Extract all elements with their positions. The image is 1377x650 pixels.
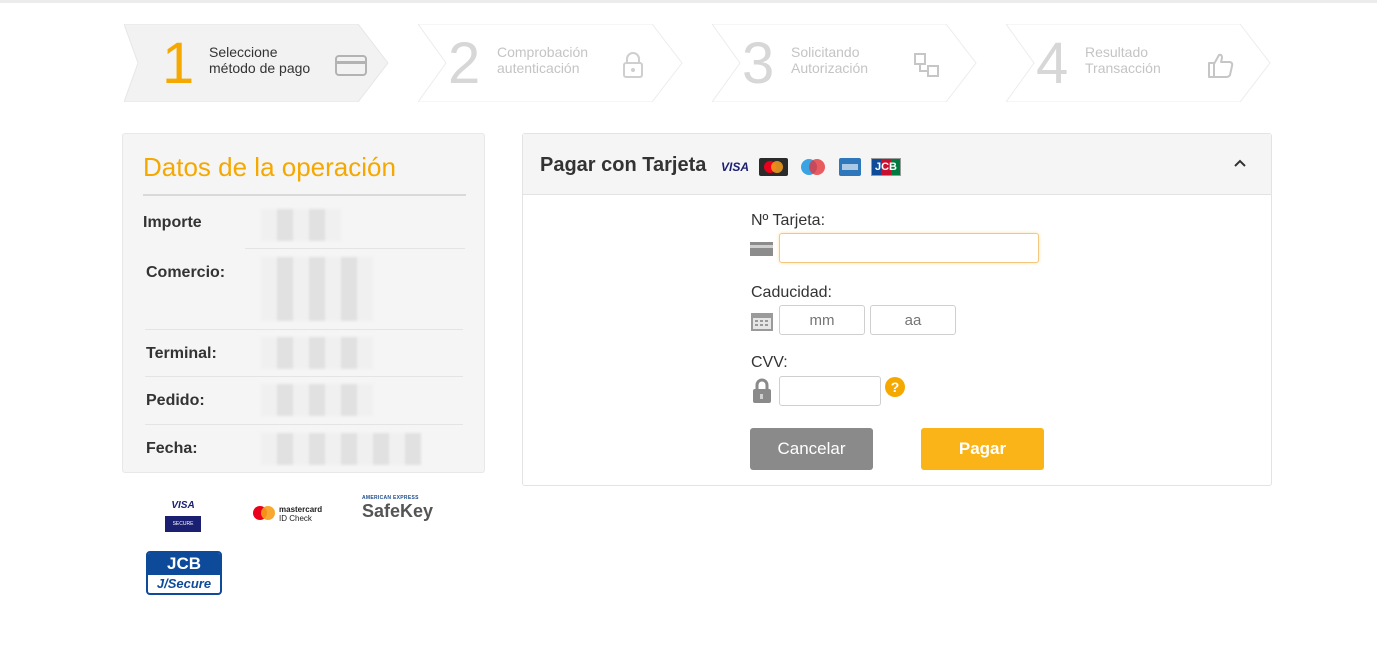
jcb-brand-text: JCB (874, 161, 897, 173)
visa-brand-icon: VISA (721, 158, 749, 176)
transfer-icon (914, 53, 939, 77)
svg-text:?: ? (891, 379, 900, 395)
operation-title-underline (143, 194, 466, 196)
date-value-redacted (261, 433, 421, 465)
cvv-label: CVV: (751, 354, 788, 371)
amount-value-redacted (261, 209, 341, 241)
row-separator (245, 248, 465, 249)
visa-secure-logo-top: VISA (171, 500, 195, 511)
visa-brand-text: VISA (721, 160, 750, 174)
jcb-logo-bottom: J/Secure (156, 576, 212, 591)
expiry-month-input[interactable] (779, 305, 865, 335)
cvv-input[interactable] (779, 376, 881, 406)
lock-icon (623, 52, 643, 78)
step-2-label-line1: Comprobación (497, 44, 589, 60)
mastercard-id-check-logo: mastercard ID Check (252, 504, 332, 526)
step-3-label-line2: Autorización (791, 60, 869, 76)
step-2: 2 Comprobación autenticación (418, 24, 683, 102)
top-divider (0, 0, 1377, 3)
mastercard-circles-icon (253, 506, 275, 520)
amount-label: Importe (143, 214, 202, 231)
collapse-chevron-up-icon[interactable] (1231, 154, 1249, 172)
operation-title: Datos de la operación (143, 152, 396, 182)
payment-title: Pagar con Tarjeta (540, 154, 707, 176)
card-number-input[interactable] (779, 233, 1039, 263)
step-1-label-line1: Seleccione (209, 44, 278, 60)
step-4-label: Resultado Transacción (1085, 44, 1205, 76)
card-field-icon (750, 242, 773, 256)
expiry-year-input[interactable] (870, 305, 956, 335)
operation-card: Datos de la operación Importe Comercio: … (122, 133, 485, 473)
help-question-icon[interactable]: ? (885, 377, 905, 397)
step-1: 1 Seleccione método de pago (124, 24, 389, 102)
card-number-label: Nº Tarjeta: (751, 212, 826, 229)
row-separator (145, 424, 463, 425)
expiry-label: Caducidad: (751, 284, 832, 301)
credit-card-icon (335, 55, 367, 76)
payment-panel-header[interactable]: Pagar con Tarjeta VISA JCB (523, 134, 1271, 195)
step-3-label: Solicitando Autorización (791, 44, 911, 76)
step-4: 4 Resultado Transacción (1006, 24, 1271, 102)
step-2-number: 2 (448, 31, 481, 96)
step-1-label: Seleccione método de pago (209, 44, 329, 76)
cancel-button[interactable]: Cancelar (750, 428, 873, 470)
visa-secure-logo: VISA SECURE (165, 500, 201, 534)
step-4-number: 4 (1036, 31, 1069, 96)
step-3: 3 Solicitando Autorización (712, 24, 977, 102)
step-1-label-line2: método de pago (209, 60, 311, 76)
step-4-label-line1: Resultado (1085, 44, 1149, 60)
step-3-label-line1: Solicitando (791, 44, 860, 60)
mastercard-brand-icon (759, 158, 788, 176)
merchant-label: Comercio: (146, 264, 226, 281)
amex-brand-icon (839, 158, 861, 176)
maestro-brand-icon (801, 159, 825, 175)
step-2-label-line2: autenticación (497, 60, 580, 76)
calendar-icon (751, 313, 773, 331)
jcb-brand-icon: JCB (871, 158, 901, 176)
merchant-value-redacted (261, 257, 373, 321)
order-label: Pedido: (146, 392, 205, 409)
date-label: Fecha: (146, 440, 198, 457)
step-1-number: 1 (162, 31, 195, 96)
step-3-number: 3 (742, 31, 775, 96)
row-separator (145, 329, 463, 330)
row-separator (145, 376, 463, 377)
mastercard-logo-line2: ID Check (279, 514, 312, 523)
amex-logo-main: SafeKey (362, 501, 434, 521)
jcb-logo-top: JCB (148, 553, 220, 575)
pay-button[interactable]: Pagar (921, 428, 1044, 470)
step-2-label: Comprobación autenticación (497, 44, 617, 76)
terminal-value-redacted (261, 337, 373, 369)
amex-safekey-logo: AMERICAN EXPRESS SafeKey (362, 495, 442, 523)
mastercard-logo-line1: mastercard (279, 505, 323, 514)
thumbs-up-icon (1208, 53, 1234, 78)
padlock-icon (753, 378, 771, 403)
payment-panel: Pagar con Tarjeta VISA JCB Nº Tarjeta: C… (522, 133, 1272, 486)
progress-steps: 1 Seleccione método de pago 2 Comprobaci… (124, 24, 1271, 102)
jcb-jsecure-logo: JCB J/Secure (146, 551, 222, 595)
terminal-label: Terminal: (146, 345, 217, 362)
step-4-label-line2: Transacción (1085, 60, 1161, 76)
visa-secure-logo-bottom: SECURE (165, 516, 201, 532)
order-value-redacted (261, 384, 373, 416)
